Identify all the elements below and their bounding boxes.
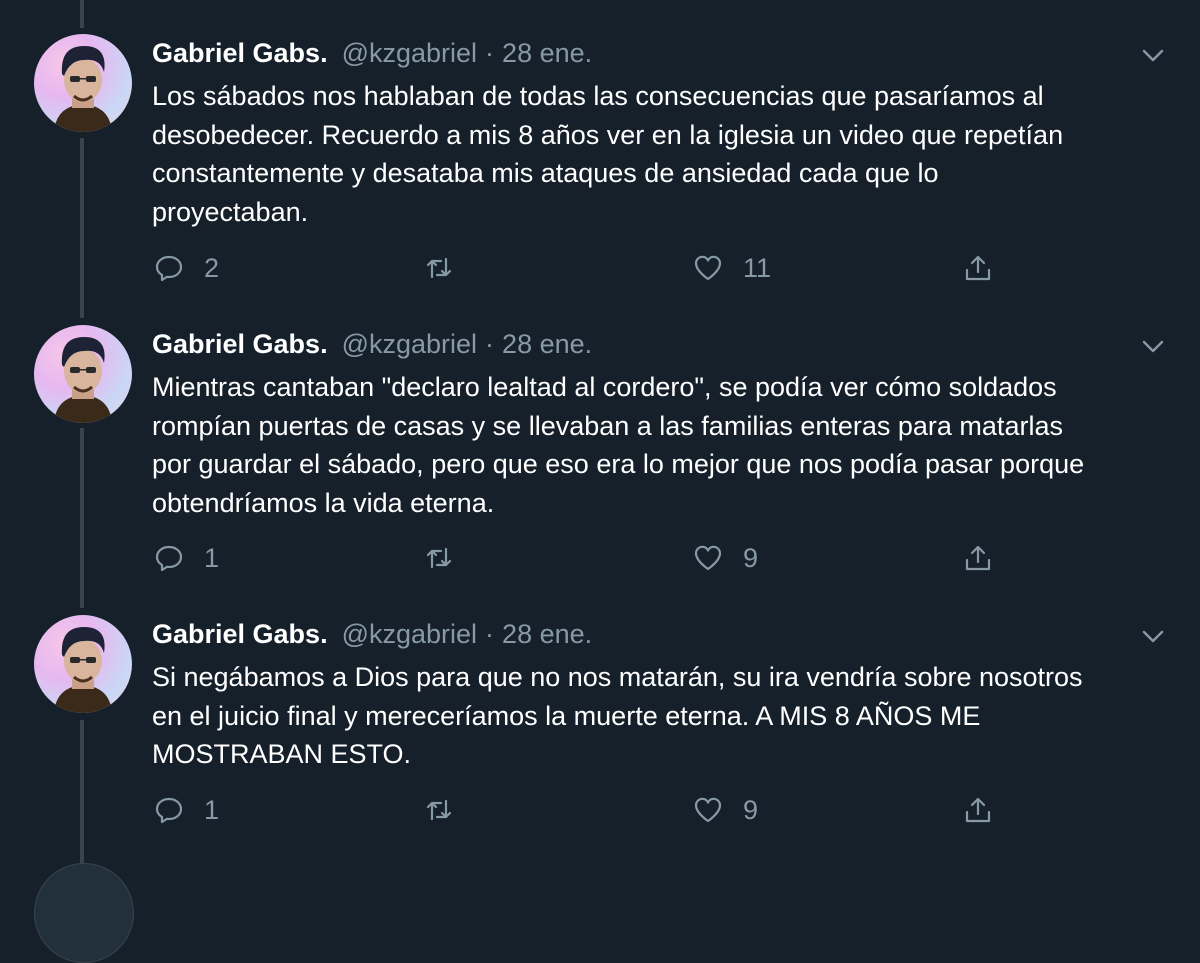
share-icon	[965, 255, 991, 281]
retweet-button[interactable]	[424, 792, 474, 828]
tweet-header: Gabriel Gabs. @kzgabriel · 28 ene.	[152, 329, 592, 363]
tweet-header: Gabriel Gabs. @kzgabriel · 28 ene.	[152, 38, 592, 72]
thread-line	[80, 138, 84, 318]
tweet-text-line: obtendríamos la vida eterna.	[152, 487, 495, 518]
share-icon	[965, 797, 991, 823]
like-count: 9	[743, 794, 759, 825]
tweet-actions: 2 11	[0, 250, 1200, 286]
heart-icon	[694, 797, 722, 823]
avatar[interactable]	[34, 863, 134, 963]
reply-button[interactable]: 1	[154, 792, 219, 828]
heart-icon	[694, 545, 722, 571]
reply-button[interactable]: 2	[154, 250, 219, 286]
separator: ·	[485, 329, 495, 359]
share-icon	[965, 545, 991, 571]
like-count: 9	[743, 542, 759, 573]
separator: ·	[485, 38, 495, 68]
separator: ·	[485, 619, 495, 649]
tweet-text-line: Mientras cantaban "declaro lealtad al co…	[152, 372, 1057, 402]
heart-icon	[694, 255, 722, 281]
tweet-header: Gabriel Gabs. @kzgabriel · 28 ene.	[152, 619, 592, 653]
thread-line	[80, 0, 84, 28]
chevron-down-icon[interactable]	[1140, 42, 1166, 68]
tweet-text: Los sábados nos hablaban de todas las co…	[152, 77, 1152, 231]
tweet-text-line: rompían puertas de casas y se llevaban a…	[152, 410, 1063, 441]
share-button[interactable]	[963, 540, 993, 576]
reply-count: 1	[204, 794, 220, 825]
author-handle[interactable]: @kzgabriel	[342, 619, 477, 650]
like-button[interactable]: 9	[693, 540, 758, 576]
reply-count: 2	[204, 252, 220, 283]
avatar[interactable]	[34, 34, 132, 132]
retweet-icon	[426, 257, 452, 279]
reply-icon	[155, 545, 183, 572]
share-button[interactable]	[963, 792, 993, 828]
tweet-text-line: Los sábados nos hablaban de todas las co…	[152, 81, 1044, 111]
tweet-text: Mientras cantaban "declaro lealtad al co…	[152, 368, 1152, 522]
reply-icon	[155, 797, 183, 824]
tweet-text-line: en el juicio final y mereceríamos la mue…	[152, 700, 981, 731]
chevron-down-icon[interactable]	[1140, 623, 1166, 649]
avatar[interactable]	[34, 325, 132, 423]
timestamp[interactable]: 28 ene.	[502, 619, 592, 650]
tweet-text-line: constantemente y desataba mis ataques de…	[152, 158, 939, 188]
tweet-text: Si negábamos a Dios para que no nos mata…	[152, 658, 1152, 774]
reply-icon	[155, 255, 183, 282]
retweet-icon	[426, 799, 452, 821]
thread-line	[80, 428, 84, 608]
like-button[interactable]: 11	[693, 250, 771, 286]
tweet-text-line: por guardar el sábado, pero que eso era …	[152, 449, 1085, 479]
tweet-text-line: desobedecer. Recuerdo a mis 8 años ver e…	[152, 119, 1064, 150]
chevron-down-icon[interactable]	[1140, 333, 1166, 359]
tweet-text-line: Si negábamos a Dios para que no nos mata…	[152, 662, 1083, 692]
author-name[interactable]: Gabriel Gabs.	[152, 619, 328, 650]
author-handle[interactable]: @kzgabriel	[342, 329, 477, 360]
tweet-actions: 1 9	[0, 540, 1200, 576]
reply-button[interactable]: 1	[154, 540, 219, 576]
tweet-text-line: MOSTRABAN ESTO.	[152, 739, 412, 769]
author-name[interactable]: Gabriel Gabs.	[152, 38, 328, 69]
retweet-button[interactable]	[424, 250, 474, 286]
timestamp[interactable]: 28 ene.	[502, 38, 592, 69]
retweet-button[interactable]	[424, 540, 474, 576]
tweet-text-line: proyectaban.	[152, 196, 309, 227]
timestamp[interactable]: 28 ene.	[502, 329, 592, 360]
share-button[interactable]	[963, 250, 993, 286]
avatar[interactable]	[34, 615, 132, 713]
like-button[interactable]: 9	[693, 792, 758, 828]
author-handle[interactable]: @kzgabriel	[342, 38, 477, 69]
author-name[interactable]: Gabriel Gabs.	[152, 329, 328, 360]
like-count: 11	[743, 252, 772, 283]
tweet-actions: 1 9	[0, 792, 1200, 828]
reply-count: 1	[204, 542, 220, 573]
retweet-icon	[426, 547, 452, 569]
